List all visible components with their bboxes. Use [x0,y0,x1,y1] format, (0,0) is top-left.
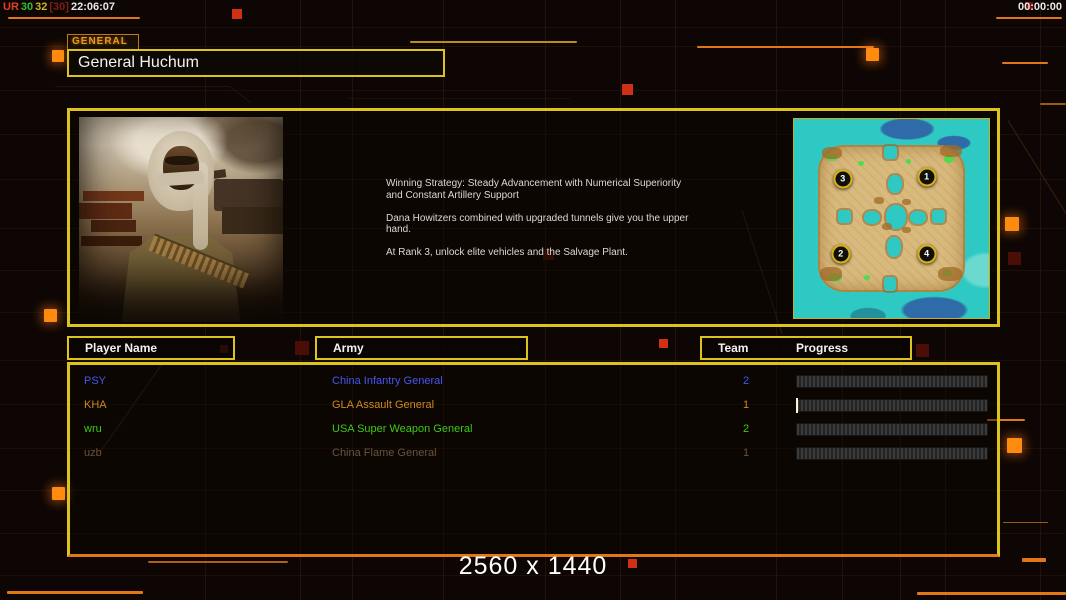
perf-bracket: [30] [49,1,69,13]
player-progress-bar [797,424,987,435]
map-marker-1: 1 [917,167,937,187]
table-row: PSY China Infantry General 2 [70,369,997,393]
player-army: China Infantry General [332,375,443,387]
game-timer: 00:00:00 [1017,1,1062,13]
header-player-name: Player Name [67,336,235,360]
header-team: Team [718,341,749,355]
progress-cursor [796,398,798,413]
general-portrait [79,117,283,322]
player-team: 1 [742,399,750,411]
perf-label: UR [3,1,19,13]
perf-time: 22:06:07 [70,1,115,13]
table-row: KHA GLA Assault General 1 [70,393,997,417]
table-row: wru USA Super Weapon General 2 [70,417,997,441]
player-team: 2 [742,375,750,387]
player-army: GLA Assault General [332,399,435,411]
player-team: 2 [742,423,750,435]
player-name: uzb [84,447,102,459]
header-team-progress: Team Progress [700,336,912,360]
performance-readout: UR 30 32 [30] 22:06:07 [3,1,117,13]
perf-fps: 30 [20,1,34,13]
map-marker-4: 4 [917,244,937,264]
tab-general[interactable]: GENERAL [67,34,139,50]
player-name: wru [84,423,102,435]
player-list-panel: PSY China Infantry General 2 KHA GLA Assault… [67,362,1000,557]
strategy-briefing: Winning Strategy: Steady Advancement wit… [386,178,689,258]
player-name: KHA [84,399,107,411]
map-preview: 3 1 2 4 [793,118,990,319]
perf-value: 32 [35,1,48,13]
general-name-box: General Huchum [67,49,445,77]
player-progress-bar [797,448,987,459]
player-army: USA Super Weapon General [332,423,473,435]
map-marker-2: 2 [831,244,851,264]
player-progress-bar [797,376,987,387]
header-progress: Progress [796,341,849,355]
table-row: uzb China Flame General 1 [70,441,997,465]
header-army: Army [315,336,528,360]
player-team: 1 [742,447,750,459]
resolution-label: 2560 x 1440 [458,552,608,580]
player-army: China Flame General [332,447,437,459]
player-name: PSY [84,375,107,387]
player-progress-bar [796,398,987,413]
map-marker-3: 3 [833,169,853,189]
